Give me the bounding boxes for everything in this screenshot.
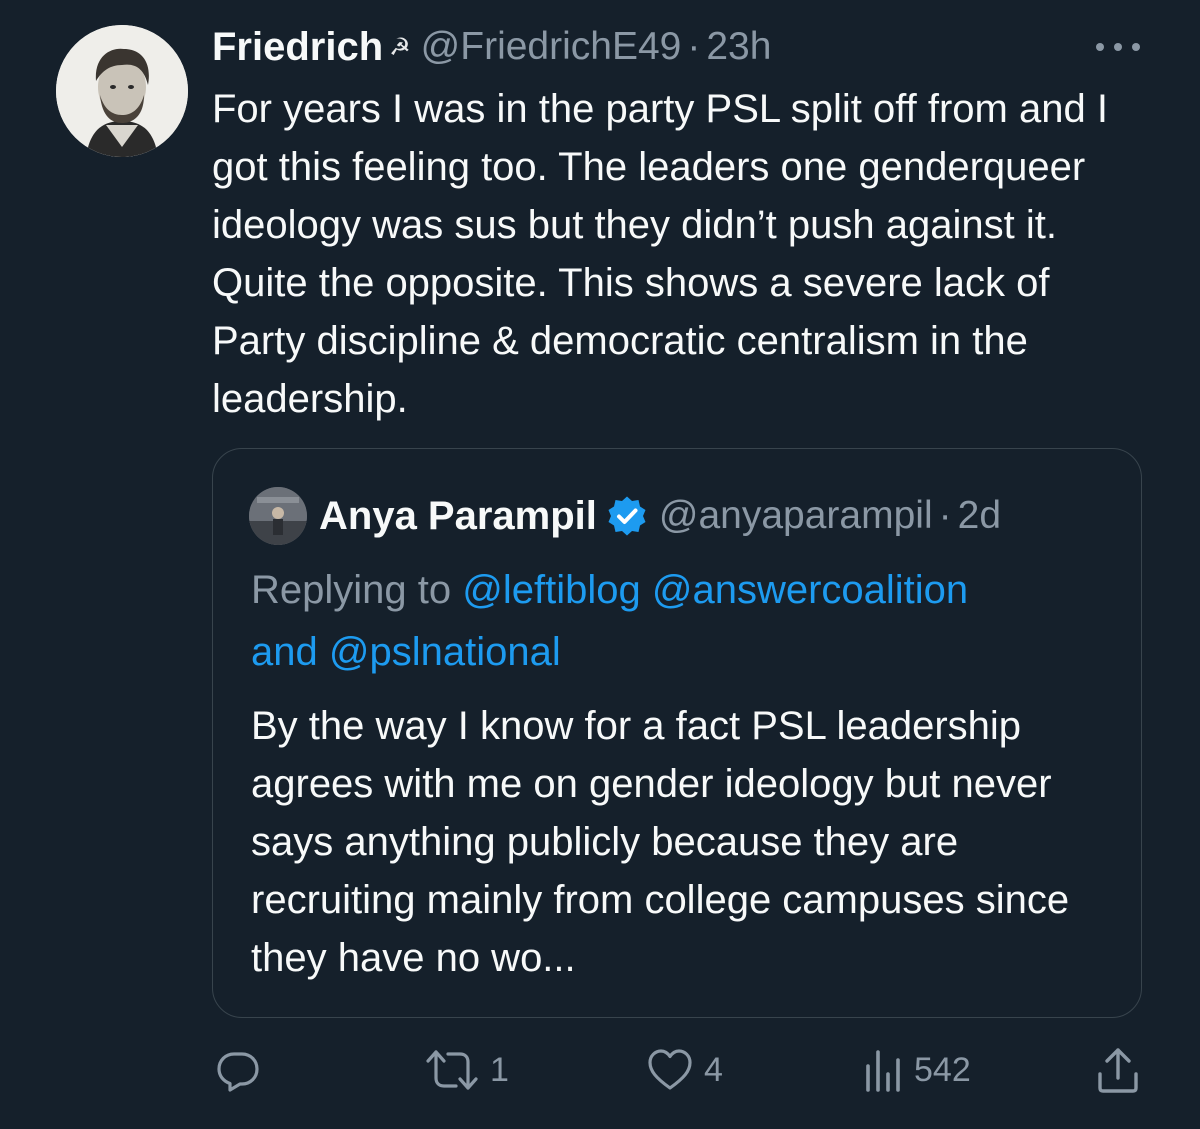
author-handle[interactable]: @FriedrichE49 — [421, 25, 682, 69]
like-count: 4 — [704, 1050, 723, 1089]
reply-button[interactable] — [214, 1046, 272, 1094]
author-avatar-image — [56, 25, 188, 157]
tweet-action-bar: 1 4 542 — [0, 1040, 1200, 1100]
quoted-tweet-card[interactable]: Anya Parampil @anyaparampil · 2d Replyin… — [212, 448, 1142, 1018]
replying-to-line: Replying to @leftiblog @answercoalition a… — [251, 559, 1111, 683]
more-horizontal-icon[interactable] — [1096, 40, 1140, 54]
tweet-header: Friedrich ☭ @FriedrichE49 · 23h — [212, 22, 771, 72]
views-button[interactable]: 542 — [864, 1046, 971, 1094]
heart-icon — [648, 1049, 692, 1090]
reply-icon — [217, 1052, 259, 1092]
mention-link[interactable]: @answercoalition — [652, 568, 968, 612]
like-button[interactable]: 4 — [646, 1046, 723, 1094]
mention-link[interactable]: @pslnational — [329, 630, 561, 674]
retweet-button[interactable]: 1 — [424, 1046, 509, 1094]
separator-dot: · — [938, 494, 952, 537]
author-avatar[interactable] — [56, 25, 188, 157]
separator-dot: · — [687, 25, 701, 68]
views-icon — [866, 1050, 900, 1092]
share-button[interactable] — [1096, 1046, 1140, 1094]
share-icon — [1098, 1048, 1138, 1093]
author-emoji: ☭ — [389, 33, 411, 61]
quoted-tweet-text: By the way I know for a fact PSL leaders… — [251, 704, 1081, 980]
replying-prefix: Replying to — [251, 568, 463, 612]
quoted-author-handle[interactable]: @anyaparampil — [659, 494, 933, 538]
quoted-tweet-header: Anya Parampil @anyaparampil · 2d — [319, 489, 1001, 543]
retweet-icon — [426, 1050, 478, 1090]
quoted-author-name[interactable]: Anya Parampil — [319, 494, 597, 539]
mention-link[interactable]: @leftiblog — [462, 568, 640, 612]
quoted-author-avatar — [249, 487, 307, 545]
views-count: 542 — [914, 1050, 971, 1089]
quoted-tweet-timestamp[interactable]: 2d — [958, 494, 1001, 538]
tweet-text: For years I was in the party PSL split o… — [212, 87, 1120, 421]
author-name[interactable]: Friedrich — [212, 25, 383, 70]
retweet-count: 1 — [490, 1050, 509, 1089]
tweet-timestamp[interactable]: 23h — [706, 25, 771, 69]
replying-and: and — [251, 630, 329, 674]
verified-badge-icon — [608, 496, 646, 536]
